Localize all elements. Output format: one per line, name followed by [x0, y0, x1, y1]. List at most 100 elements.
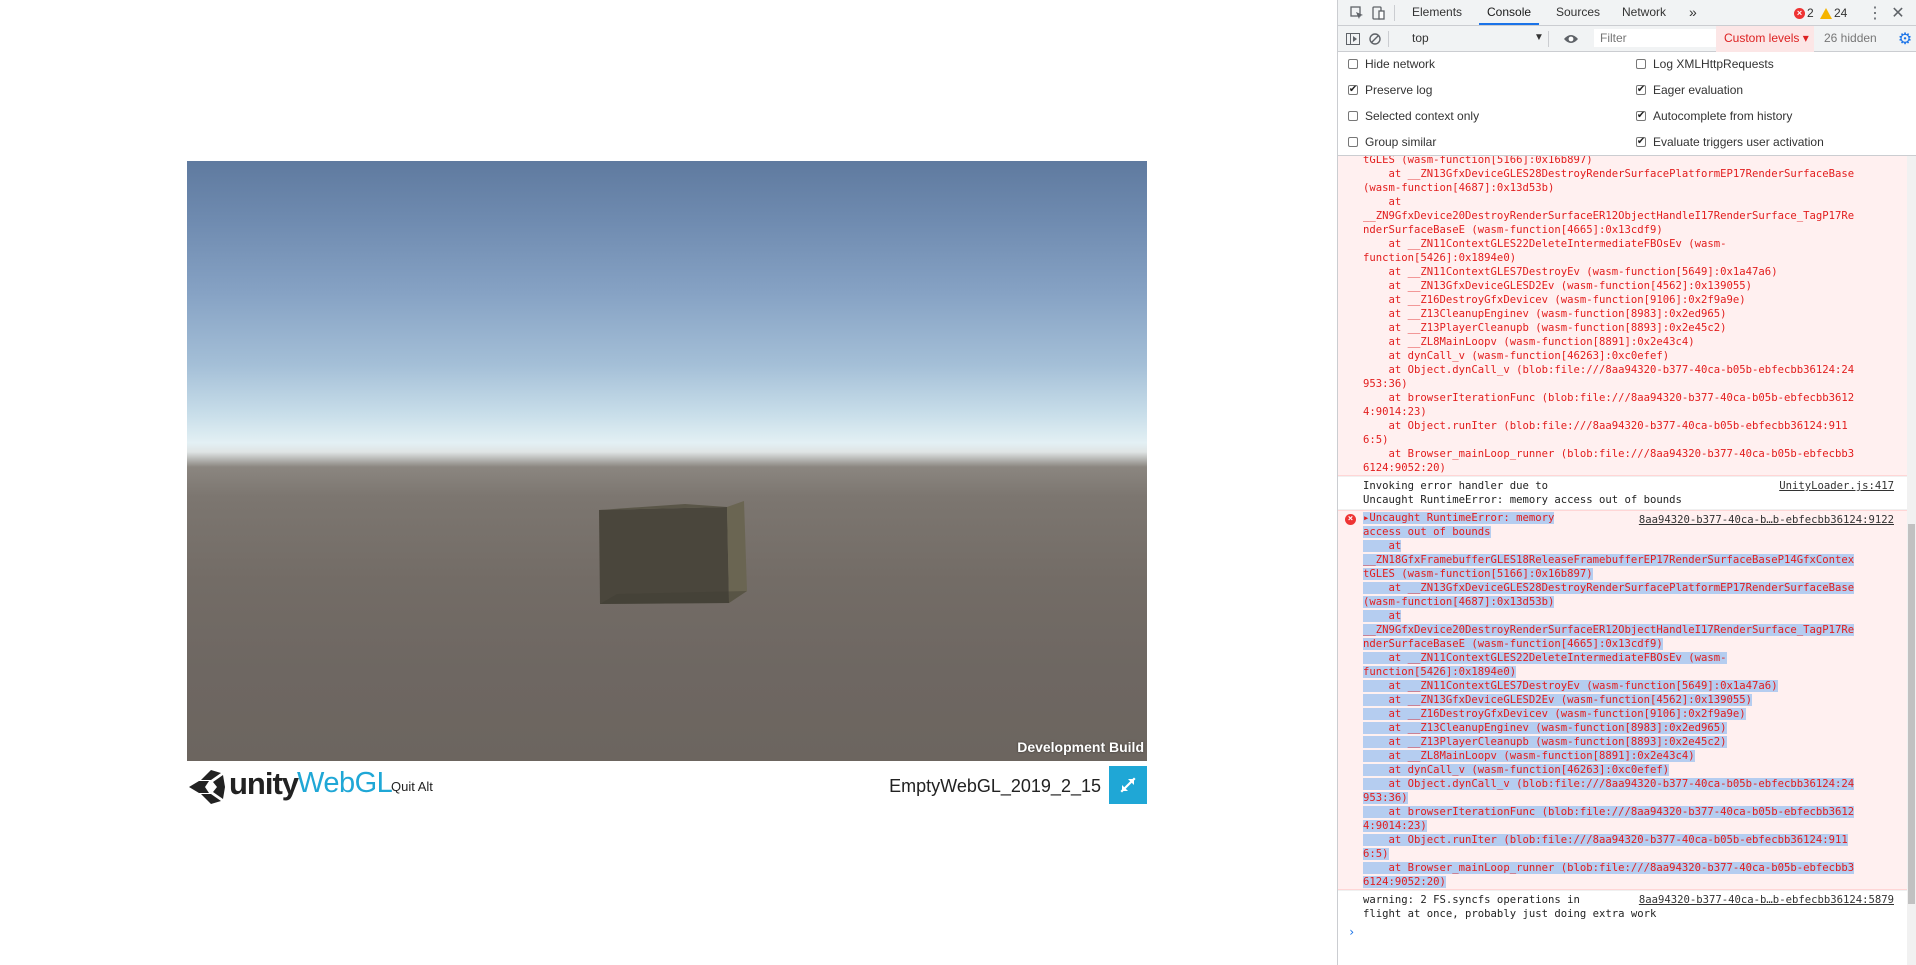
- message-line: at: [1363, 610, 1402, 622]
- message-line: at __ZL8MainLoopv (wasm-function[8891]:0…: [1363, 750, 1695, 762]
- setting-selected-context-only[interactable]: Selected context only: [1348, 106, 1479, 126]
- tab-sources[interactable]: Sources: [1548, 0, 1608, 25]
- console-settings-pane: Hide network Log XMLHttpRequests ✔ Prese…: [1338, 52, 1916, 156]
- message-line: __ZN9GfxDevice20DestroyRenderSurfaceER12…: [1363, 210, 1855, 222]
- toolbar-divider: [1548, 31, 1549, 47]
- console-error-message[interactable]: × 8aa94320-b377-40ca-b…b-ebfecbb36124:91…: [1338, 510, 1908, 890]
- unity-game-canvas[interactable]: Development Build: [187, 161, 1147, 761]
- message-line: at __Z13PlayerCleanupb (wasm-function[88…: [1363, 736, 1727, 748]
- close-icon[interactable]: ✕: [1889, 4, 1907, 22]
- checkbox-checked[interactable]: ✔: [1636, 111, 1646, 121]
- web-page: Development Build unity WebGL Quit Alt E…: [0, 0, 1337, 965]
- live-expression-eye-icon[interactable]: [1562, 30, 1580, 48]
- message-line: at browserIterationFunc (blob:file:///8a…: [1363, 392, 1855, 404]
- setting-preserve-log[interactable]: ✔ Preserve log: [1348, 80, 1432, 100]
- tab-elements[interactable]: Elements: [1404, 0, 1470, 25]
- message-line: at __Z13PlayerCleanupb (wasm-function[88…: [1363, 322, 1727, 334]
- warning-count: 24: [1834, 6, 1848, 20]
- message-line: __ZN9GfxDevice20DestroyRenderSurfaceER12…: [1363, 624, 1855, 636]
- clear-console-icon[interactable]: [1366, 30, 1384, 48]
- filter-input[interactable]: [1594, 29, 1726, 47]
- development-build-label: Development Build: [1017, 739, 1144, 755]
- inspect-element-icon[interactable]: [1348, 4, 1366, 22]
- message-line: at __ZN13GfxDeviceGLES28DestroyRenderSur…: [1363, 168, 1855, 180]
- game-title: EmptyWebGL_2019_2_15: [889, 776, 1101, 796]
- message-line: at __ZN11ContextGLES7DestroyEv (wasm-fun…: [1363, 266, 1778, 278]
- message-line: at dynCall_v (wasm-function[46263]:0xc0e…: [1363, 764, 1670, 776]
- fullscreen-button[interactable]: [1109, 766, 1147, 804]
- setting-autocomplete-from-history[interactable]: ✔ Autocomplete from history: [1636, 106, 1792, 126]
- checkbox[interactable]: [1348, 137, 1358, 147]
- quit-alt-link[interactable]: Quit Alt: [391, 779, 433, 794]
- kebab-menu-icon[interactable]: ⋮: [1866, 4, 1884, 22]
- setting-label: Hide network: [1365, 57, 1436, 71]
- message-line: tGLES (wasm-function[5166]:0x16b897): [1363, 156, 1593, 166]
- message-line: Uncaught RuntimeError: memory access out…: [1363, 494, 1682, 506]
- more-tabs-chevron-icon[interactable]: »: [1681, 0, 1705, 25]
- message-line: at Browser_mainLoop_runner (blob:file://…: [1363, 448, 1855, 460]
- error-icon: ×: [1345, 514, 1356, 525]
- context-select[interactable]: top: [1408, 28, 1542, 48]
- chevron-down-icon: ▼: [1534, 32, 1544, 43]
- setting-label: Selected context only: [1365, 109, 1480, 123]
- message-line: function[5426]:0x1894e0): [1363, 252, 1517, 264]
- message-line: at dynCall_v (wasm-function[46263]:0xc0e…: [1363, 350, 1670, 362]
- console-warning-message[interactable]: 8aa94320-b377-40ca-b…b-ebfecbb36124:5879…: [1338, 890, 1908, 923]
- message-line: (wasm-function[4687]:0x13d53b): [1363, 182, 1555, 194]
- source-link[interactable]: 8aa94320-b377-40ca-b…b-ebfecbb36124:9122: [1639, 513, 1894, 527]
- message-line: at __ZN13GfxDeviceGLES28DestroyRenderSur…: [1363, 582, 1855, 594]
- message-line: 953:36): [1363, 378, 1408, 390]
- message-line: at Object.dynCall_v (blob:file:///8aa943…: [1363, 364, 1855, 376]
- warning-counter[interactable]: 24: [1820, 6, 1847, 20]
- setting-label: Evaluate triggers user activation: [1653, 135, 1824, 149]
- console-error-message[interactable]: tGLES (wasm-function[5166]:0x16b897) at …: [1338, 156, 1908, 476]
- checkbox[interactable]: [1348, 59, 1358, 69]
- setting-label: Preserve log: [1365, 83, 1433, 97]
- source-link[interactable]: 8aa94320-b377-40ca-b…b-ebfecbb36124:5879: [1639, 893, 1894, 907]
- console-prompt[interactable]: ›: [1338, 923, 1908, 939]
- scrollbar-thumb[interactable]: [1908, 524, 1915, 904]
- tab-network[interactable]: Network: [1614, 0, 1674, 25]
- setting-hide-network[interactable]: Hide network: [1348, 54, 1435, 74]
- console-messages[interactable]: tGLES (wasm-function[5166]:0x16b897) at …: [1338, 156, 1908, 965]
- checkbox[interactable]: [1348, 111, 1358, 121]
- unity-logo-icon: [189, 770, 225, 804]
- checkbox-checked[interactable]: ✔: [1636, 137, 1646, 147]
- message-line: 6124:9052:20): [1363, 876, 1446, 888]
- webgl-wordmark: WebGL: [297, 767, 393, 799]
- message-line: __ZN18GfxFramebufferGLES18ReleaseFramebu…: [1363, 554, 1855, 566]
- toolbar-divider: [1394, 5, 1395, 21]
- message-line: nderSurfaceBaseE (wasm-function[4665]:0x…: [1363, 638, 1663, 650]
- devtools-tab-bar: Elements Console Sources Network » × 2 2…: [1338, 0, 1916, 26]
- warning-icon: [1820, 7, 1832, 19]
- setting-group-similar[interactable]: Group similar: [1348, 132, 1436, 152]
- sidebar-toggle-icon[interactable]: [1344, 30, 1362, 48]
- message-line: at Object.dynCall_v (blob:file:///8aa943…: [1363, 778, 1855, 790]
- setting-log-xmlhttprequests[interactable]: Log XMLHttpRequests: [1636, 54, 1774, 74]
- device-toolbar-icon[interactable]: [1369, 4, 1387, 22]
- message-line: at __Z13CleanupEnginev (wasm-function[89…: [1363, 722, 1727, 734]
- message-line: (wasm-function[4687]:0x13d53b): [1363, 596, 1555, 608]
- setting-evaluate-triggers-user-activation[interactable]: ✔ Evaluate triggers user activation: [1636, 132, 1824, 152]
- unity-wordmark: unity: [229, 766, 299, 801]
- log-levels-dropdown[interactable]: Custom levels ▾: [1716, 26, 1814, 52]
- message-line: at __ZN13GfxDeviceGLESD2Ev (wasm-functio…: [1363, 280, 1753, 292]
- console-info-message[interactable]: UnityLoader.js:417 Invoking error handle…: [1338, 476, 1908, 510]
- checkbox-checked[interactable]: ✔: [1636, 85, 1646, 95]
- console-scrollbar[interactable]: [1907, 156, 1916, 965]
- checkbox[interactable]: [1636, 59, 1646, 69]
- message-line: at: [1363, 540, 1402, 552]
- tab-console[interactable]: Console: [1479, 0, 1540, 25]
- message-line: at __ZN11ContextGLES22DeleteIntermediate…: [1363, 652, 1727, 664]
- setting-eager-evaluation[interactable]: ✔ Eager evaluation: [1636, 80, 1743, 100]
- gear-icon[interactable]: ⚙: [1896, 30, 1914, 48]
- fullscreen-arrows-icon: [1120, 777, 1136, 793]
- source-link[interactable]: UnityLoader.js:417: [1779, 479, 1894, 493]
- message-line: nderSurfaceBaseE (wasm-function[4665]:0x…: [1363, 224, 1663, 236]
- checkbox-checked[interactable]: ✔: [1348, 85, 1358, 95]
- message-line: 953:36): [1363, 792, 1408, 804]
- message-line: at: [1363, 196, 1402, 208]
- error-counter[interactable]: × 2: [1794, 6, 1814, 20]
- message-line: at __Z16DestroyGfxDevicev (wasm-function…: [1363, 294, 1746, 306]
- setting-label: Autocomplete from history: [1653, 109, 1793, 123]
